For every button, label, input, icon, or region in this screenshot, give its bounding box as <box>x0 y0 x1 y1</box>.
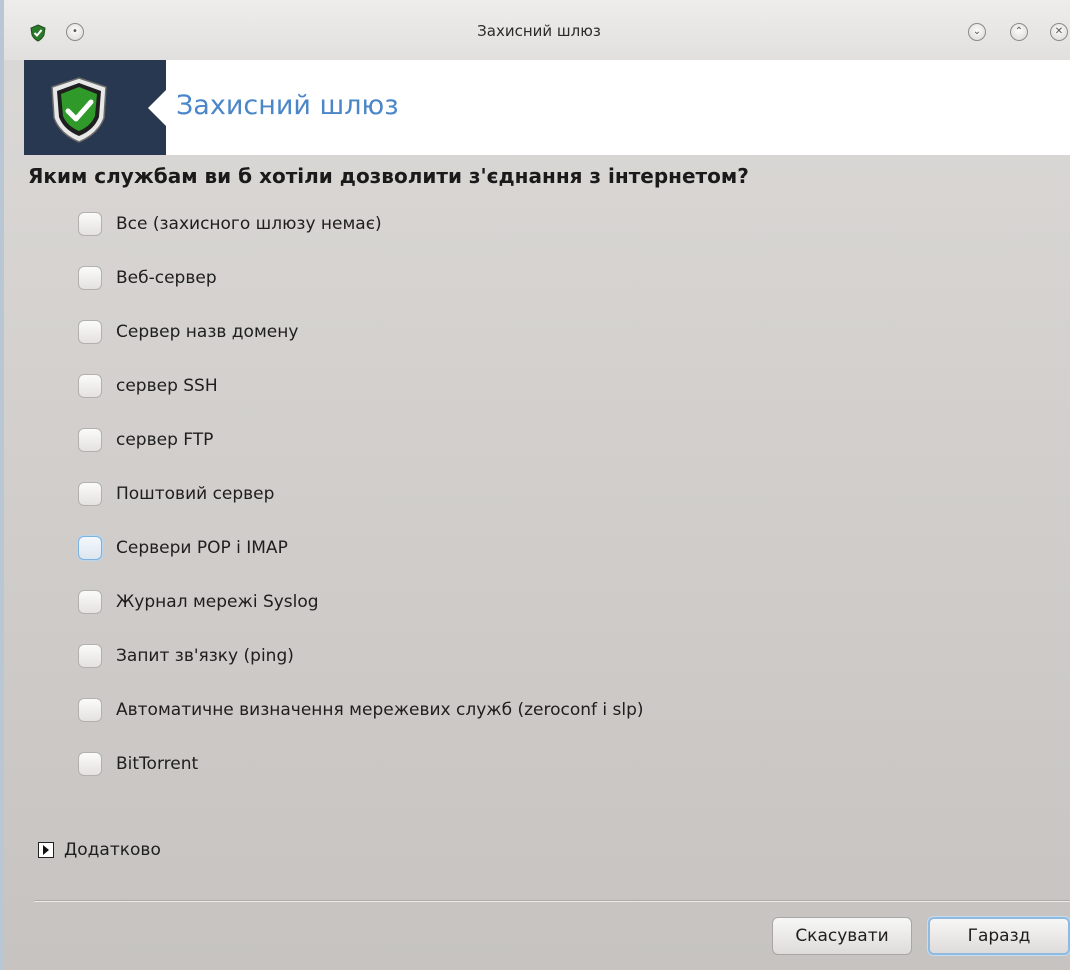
checkbox[interactable] <box>78 698 102 722</box>
title-bar: • Захисний шлюз ⌄ ⌃ ✕ <box>4 0 1070 60</box>
option-label: Журнал мережі Syslog <box>116 592 319 612</box>
ok-button[interactable]: Гаразд <box>928 917 1070 955</box>
option-mail-server[interactable]: Поштовий сервер <box>78 481 274 507</box>
option-web-server[interactable]: Веб-сервер <box>78 265 217 291</box>
checkbox[interactable] <box>78 428 102 452</box>
option-label: сервер FTP <box>116 430 214 450</box>
checkbox[interactable] <box>78 266 102 290</box>
option-label: Запит зв'язку (ping) <box>116 646 294 666</box>
option-bittorrent[interactable]: BitTorrent <box>78 751 198 777</box>
logo-panel <box>24 60 166 155</box>
option-label: Веб-сервер <box>116 268 217 288</box>
advanced-label: Додатково <box>64 840 161 860</box>
checkbox[interactable] <box>78 752 102 776</box>
question-heading: Яким службам ви б хотіли дозволити з'єдн… <box>28 164 749 188</box>
maximize-button[interactable]: ⌃ <box>1010 23 1028 41</box>
checkbox[interactable] <box>78 590 102 614</box>
divider <box>34 900 1070 902</box>
option-all[interactable]: Все (захисного шлюзу немає) <box>78 211 382 237</box>
option-ftp-server[interactable]: сервер FTP <box>78 427 213 453</box>
cancel-button[interactable]: Скасувати <box>772 917 912 955</box>
header-notch <box>148 90 166 126</box>
option-ping[interactable]: Запит зв'язку (ping) <box>78 643 294 669</box>
close-button[interactable]: ✕ <box>1050 23 1068 41</box>
header-title: Захисний шлюз <box>176 90 399 121</box>
option-label: BitTorrent <box>116 754 199 774</box>
option-zeroconf-slp[interactable]: Автоматичне визначення мережевих служб (… <box>78 697 644 723</box>
option-label: Все (захисного шлюзу немає) <box>116 214 382 234</box>
option-dns-server[interactable]: Сервер назв домену <box>78 319 298 345</box>
option-label: сервер SSH <box>116 376 218 396</box>
shield-check-icon <box>51 77 107 143</box>
window-title: Захисний шлюз <box>477 22 601 40</box>
option-label: Поштовий сервер <box>116 484 275 504</box>
option-ssh-server[interactable]: сервер SSH <box>78 373 218 399</box>
option-label: Автоматичне визначення мережевих служб (… <box>116 700 644 720</box>
checkbox[interactable] <box>78 482 102 506</box>
advanced-expander[interactable]: Додатково <box>38 838 161 862</box>
checkbox-focused[interactable] <box>78 536 102 560</box>
checkbox[interactable] <box>78 212 102 236</box>
firewall-window: • Захисний шлюз ⌄ ⌃ ✕ Захисний шлюз Яким… <box>0 0 1070 970</box>
option-label: Сервер назв домену <box>116 322 299 342</box>
checkbox[interactable] <box>78 374 102 398</box>
checkbox[interactable] <box>78 644 102 668</box>
checkbox[interactable] <box>78 320 102 344</box>
option-syslog[interactable]: Журнал мережі Syslog <box>78 589 319 615</box>
option-pop-imap-servers[interactable]: Сервери POP і IMAP <box>78 535 288 561</box>
expand-arrow-icon <box>38 842 54 858</box>
banner-header: Захисний шлюз <box>24 60 1070 155</box>
option-label: Сервери POP і IMAP <box>116 538 288 558</box>
minimize-button[interactable]: ⌄ <box>968 23 986 41</box>
